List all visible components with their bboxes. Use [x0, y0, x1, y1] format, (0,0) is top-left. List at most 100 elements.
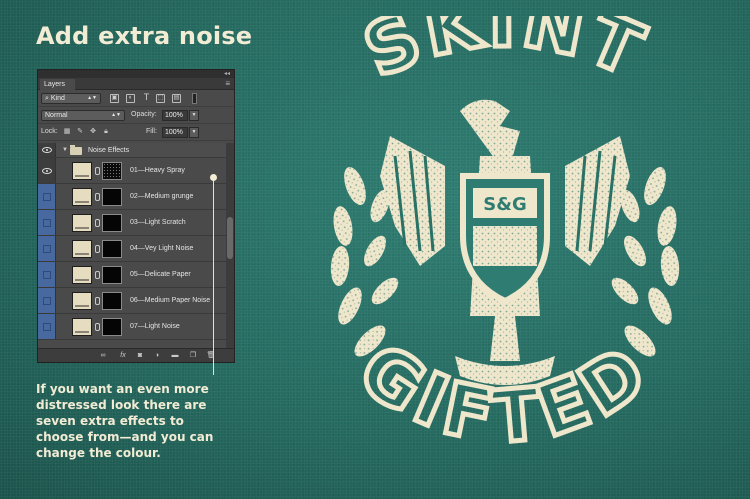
mask-link-icon[interactable]: [95, 297, 100, 305]
lock-all-icon[interactable]: 🔒︎: [102, 128, 110, 136]
layer-row[interactable]: 07—Light Noise: [38, 314, 228, 340]
hidden-visibility-box: [43, 245, 51, 253]
eye-icon: [42, 168, 52, 174]
layer-name: 03—Light Scratch: [130, 219, 186, 226]
collapse-panel-icon[interactable]: ◂◂: [224, 70, 230, 78]
hidden-visibility-box: [43, 323, 51, 331]
hidden-visibility-box: [43, 271, 51, 279]
layer-mask-thumbnail[interactable]: [102, 188, 122, 206]
lock-transparent-icon[interactable]: ▦: [63, 128, 71, 136]
folder-icon: [70, 145, 82, 155]
layers-list: ▼ Noise Effects 01—Heavy Spray 02—Medium…: [38, 143, 228, 350]
blend-row: Normal ▲▼ Opacity: 100% ▼: [38, 107, 234, 124]
layer-visibility-toggle[interactable]: [38, 210, 56, 235]
scrollbar-thumb[interactable]: [227, 217, 233, 259]
new-layer-icon[interactable]: ❐: [188, 351, 198, 361]
add-mask-icon[interactable]: ◙: [135, 351, 145, 361]
fx-icon[interactable]: fx: [118, 351, 128, 361]
headline: Add extra noise: [36, 22, 253, 50]
mask-link-icon[interactable]: [95, 245, 100, 253]
new-group-icon[interactable]: ▬: [170, 351, 180, 361]
lock-row: Lock: ▦ ✎ ✥ 🔒︎ Fill: 100% ▼: [38, 124, 234, 141]
layer-thumbnail: [72, 318, 92, 336]
layer-visibility-toggle[interactable]: [38, 262, 56, 287]
layer-mask-thumbnail[interactable]: [102, 162, 122, 180]
layer-row[interactable]: 02—Medium grunge: [38, 184, 228, 210]
layer-visibility-toggle[interactable]: [38, 314, 56, 339]
filter-toggle[interactable]: [192, 93, 197, 104]
filter-kind-value: Kind: [50, 95, 65, 102]
blend-mode-value: Normal: [45, 112, 68, 119]
layer-row[interactable]: 01—Heavy Spray: [38, 158, 228, 184]
mask-link-icon[interactable]: [95, 219, 100, 227]
group-visibility-toggle[interactable]: [38, 143, 56, 157]
hidden-visibility-box: [43, 193, 51, 201]
layer-row[interactable]: 05—Delicate Paper: [38, 262, 228, 288]
layer-row[interactable]: 03—Light Scratch: [38, 210, 228, 236]
disclosure-triangle-icon[interactable]: ▼: [62, 147, 68, 153]
caption-text: If you want an even more distressed look…: [36, 382, 214, 460]
layers-scrollbar[interactable]: [226, 143, 234, 350]
layer-thumbnail: [72, 292, 92, 310]
layer-mask-thumbnail[interactable]: [102, 318, 122, 336]
layer-name: 07—Light Noise: [130, 323, 180, 330]
image-filter-icon[interactable]: ▣: [110, 94, 119, 103]
trash-icon[interactable]: 🗑︎: [206, 351, 216, 361]
panel-top-bar: ◂◂: [38, 70, 234, 78]
layer-group-noise-effects[interactable]: ▼ Noise Effects: [38, 143, 228, 158]
lock-image-icon[interactable]: ✎: [76, 128, 84, 136]
layer-thumbnail: [72, 240, 92, 258]
mask-link-icon[interactable]: [95, 323, 100, 331]
opacity-label: Opacity:: [131, 111, 157, 118]
lock-label: Lock:: [41, 128, 58, 135]
filter-row: ⌕ Kind ▲▼ ▣ ◐ T ⬚ ▤: [38, 90, 234, 107]
shape-filter-icon[interactable]: ⬚: [156, 94, 165, 103]
layer-mask-thumbnail[interactable]: [102, 214, 122, 232]
chevron-down-icon: ▲▼: [87, 95, 97, 101]
link-layers-icon[interactable]: ∞: [98, 351, 108, 361]
opacity-dropdown-icon[interactable]: ▼: [189, 110, 199, 121]
group-name: Noise Effects: [88, 147, 130, 154]
lock-position-icon[interactable]: ✥: [89, 128, 97, 136]
layer-visibility-toggle[interactable]: [38, 236, 56, 261]
layer-row[interactable]: 04—Vey Light Noise: [38, 236, 228, 262]
eye-icon: [42, 147, 52, 153]
adjustment-filter-icon[interactable]: ◐: [126, 94, 135, 103]
fill-label: Fill:: [146, 128, 157, 135]
layer-visibility-toggle[interactable]: [38, 184, 56, 209]
layer-visibility-toggle[interactable]: [38, 158, 56, 183]
mask-link-icon[interactable]: [95, 271, 100, 279]
layer-mask-thumbnail[interactable]: [102, 240, 122, 258]
layer-visibility-toggle[interactable]: [38, 288, 56, 313]
layer-thumbnail: [72, 162, 92, 180]
layer-thumbnail: [72, 266, 92, 284]
tab-layers[interactable]: Layers: [40, 79, 76, 90]
layer-thumbnail: [72, 214, 92, 232]
layer-thumbnail: [72, 188, 92, 206]
adjustment-layer-icon[interactable]: ◑: [152, 351, 162, 361]
panel-menu-icon[interactable]: ≡: [225, 78, 230, 89]
mask-link-icon[interactable]: [95, 167, 100, 175]
panel-footer: ∞ fx ◙ ◑ ▬ ❐ 🗑︎: [38, 348, 234, 362]
blend-mode-select[interactable]: Normal ▲▼: [41, 110, 125, 121]
hidden-visibility-box: [43, 297, 51, 305]
top-word-arc: SKINT: [352, 16, 658, 94]
layer-row[interactable]: 06—Medium Paper Noise: [38, 288, 228, 314]
mask-link-icon[interactable]: [95, 193, 100, 201]
layer-name: 05—Delicate Paper: [130, 271, 191, 278]
layer-name: 01—Heavy Spray: [130, 167, 185, 174]
fill-field[interactable]: 100%: [162, 127, 188, 138]
shield-texture: [473, 226, 537, 266]
layer-mask-thumbnail[interactable]: [102, 292, 122, 310]
filter-kind-select[interactable]: ⌕ Kind ▲▼: [41, 93, 101, 104]
skint-gifted-crest: SKINT GIFTED S&G XIII: [330, 16, 680, 462]
fill-dropdown-icon[interactable]: ▼: [189, 127, 199, 138]
layer-mask-thumbnail[interactable]: [102, 266, 122, 284]
panel-tab-bar: Layers ≡: [38, 78, 234, 90]
opacity-field[interactable]: 100%: [162, 110, 188, 121]
smart-object-filter-icon[interactable]: ▤: [172, 94, 181, 103]
type-filter-icon[interactable]: T: [142, 93, 151, 103]
hidden-visibility-box: [43, 219, 51, 227]
top-word-text: SKINT: [350, 16, 657, 96]
layer-name: 04—Vey Light Noise: [130, 245, 194, 252]
